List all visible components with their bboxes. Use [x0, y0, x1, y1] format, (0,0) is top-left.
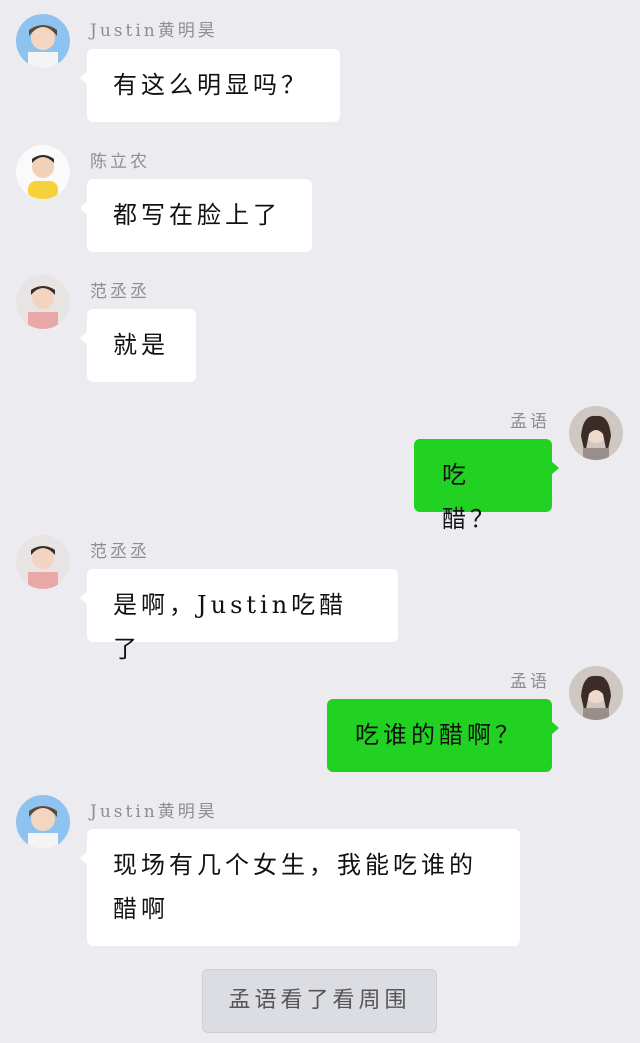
message-text: 吃谁的醋啊？ [355, 721, 523, 749]
sender-name: 陈立农 [90, 152, 150, 172]
chat-screen: Justin黄明昊 有这么明显吗？ 陈立农 都写在脸上了 范丞丞 就是 孟语 吃… [0, 0, 640, 1043]
message-bubble[interactable]: 都写在脸上了 [80, 179, 312, 252]
message-bubble[interactable]: 吃醋？ [414, 439, 559, 533]
message-text: 有这么明显吗？ [113, 71, 309, 99]
sender-name: Justin黄明昊 [90, 802, 218, 822]
avatar-mengyu[interactable] [569, 406, 623, 460]
message-bubble[interactable]: 就是 [80, 309, 196, 382]
message-bubble[interactable]: 吃谁的醋啊？ [327, 699, 559, 772]
sender-name: Justin黄明昊 [90, 21, 218, 41]
message-text-line: 现场有几个女生，我能吃谁的 [113, 851, 477, 879]
avatar-mengyu[interactable] [569, 666, 623, 720]
avatar-justin[interactable] [16, 14, 70, 68]
message-text: 吃醋？ [442, 461, 498, 533]
sender-name: 范丞丞 [90, 542, 150, 562]
avatar-chen[interactable] [16, 145, 70, 199]
sender-name: 孟语 [510, 672, 550, 692]
message-text: 都写在脸上了 [113, 201, 281, 229]
sender-name: 孟语 [510, 412, 550, 432]
message-text-line: 醋啊 [113, 895, 169, 923]
sender-name: 范丞丞 [90, 282, 150, 302]
continue-button[interactable]: 孟语看了看周围 [202, 969, 437, 1033]
avatar-justin[interactable] [16, 795, 70, 849]
message-text: 就是 [113, 331, 169, 359]
message-text: 是啊，Justin吃醋了 [113, 591, 348, 663]
message-bubble[interactable]: 现场有几个女生，我能吃谁的 醋啊 [80, 829, 520, 946]
avatar-fan[interactable] [16, 535, 70, 589]
message-bubble[interactable]: 是啊，Justin吃醋了 [80, 569, 398, 663]
avatar-fan[interactable] [16, 275, 70, 329]
message-bubble[interactable]: 有这么明显吗？ [80, 49, 340, 122]
